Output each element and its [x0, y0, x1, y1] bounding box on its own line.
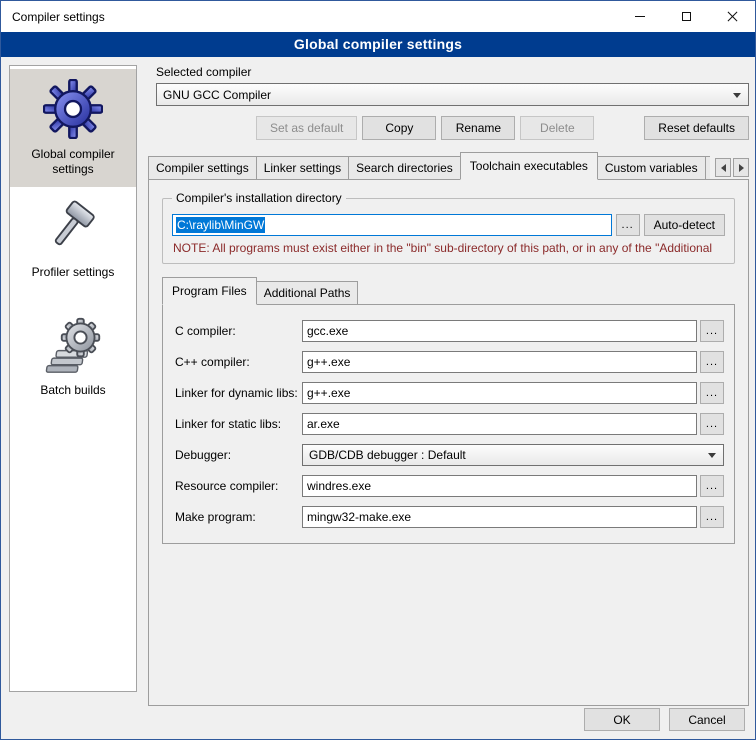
rename-button[interactable]: Rename	[441, 116, 515, 140]
window-title: Compiler settings	[1, 1, 617, 32]
triangle-right-icon	[739, 164, 744, 172]
triangle-left-icon	[721, 164, 726, 172]
main-panel: Selected compiler GNU GCC Compiler Set a…	[148, 63, 749, 706]
gray-gear-icon	[42, 314, 104, 376]
cancel-button[interactable]: Cancel	[669, 708, 745, 731]
make-program-browse-button[interactable]: ...	[700, 506, 724, 528]
minimize-button[interactable]	[617, 1, 663, 32]
resource-compiler-input[interactable]	[302, 475, 697, 497]
make-program-input[interactable]	[302, 506, 697, 528]
resource-compiler-label: Resource compiler:	[175, 479, 302, 493]
cpp-compiler-label: C++ compiler:	[175, 355, 302, 369]
subtab-program-files[interactable]: Program Files	[162, 277, 257, 305]
hammer-icon	[42, 196, 104, 258]
row-linker-for-dynamic-libs: Linker for dynamic libs:...	[175, 382, 724, 404]
tab-compiler-settings[interactable]: Compiler settings	[148, 156, 257, 180]
main-tabs: Compiler settingsLinker settingsSearch d…	[148, 152, 710, 180]
installation-directory-value: C:\raylib\MinGW	[176, 217, 265, 233]
c-compiler-label: C compiler:	[175, 324, 302, 338]
tab-scroll-left-button[interactable]	[715, 158, 731, 177]
toolchain-executables-panel: Compiler's installation directory C:\ray…	[148, 179, 749, 706]
linker-for-dynamic-libs-label: Linker for dynamic libs:	[175, 386, 302, 400]
installation-directory-browse-button[interactable]: ...	[616, 214, 640, 236]
sidebar-item-global-compiler-settings[interactable]: Global compiler settings	[10, 69, 136, 187]
footer: OK Cancel	[584, 708, 745, 731]
sidebar-item-label: Global compiler settings	[12, 147, 134, 177]
installation-directory-group: Compiler's installation directory C:\ray…	[162, 198, 735, 264]
selected-compiler-label: Selected compiler	[156, 65, 749, 79]
resource-compiler-browse-button[interactable]: ...	[700, 475, 724, 497]
close-button[interactable]	[709, 1, 755, 32]
copy-button[interactable]: Copy	[362, 116, 436, 140]
row-make-program: Make program:...	[175, 506, 724, 528]
reset-defaults-button[interactable]: Reset defaults	[644, 116, 749, 140]
linker-for-static-libs-label: Linker for static libs:	[175, 417, 302, 431]
compiler-settings-window: Compiler settings Global compiler settin…	[0, 0, 756, 740]
row-debugger: Debugger: GDB/CDB debugger : Default	[175, 444, 724, 466]
make-program-label: Make program:	[175, 510, 302, 524]
selected-compiler-value: GNU GCC Compiler	[163, 88, 271, 102]
close-icon	[727, 11, 738, 22]
subtab-additional-paths[interactable]: Additional Paths	[256, 281, 359, 305]
compiler-actions: Set as defaultCopyRenameDelete Reset defa…	[148, 116, 749, 140]
auto-detect-button[interactable]: Auto-detect	[644, 214, 725, 236]
sidebar-item-batch-builds[interactable]: Batch builds	[10, 305, 136, 423]
maximize-icon	[682, 12, 691, 21]
cpp-compiler-input[interactable]	[302, 351, 697, 373]
tab-custom-variables[interactable]: Custom variables	[597, 156, 706, 180]
row-c-compiler: C compiler:...	[175, 320, 724, 342]
program-files-panel: C compiler:...C++ compiler:...Linker for…	[162, 304, 735, 544]
installation-note: NOTE: All programs must exist either in …	[173, 241, 725, 255]
selected-compiler-dropdown[interactable]: GNU GCC Compiler	[156, 83, 749, 106]
blue-gear-icon	[42, 78, 104, 140]
row-cpp-compiler: C++ compiler:...	[175, 351, 724, 373]
sidebar-item-label: Batch builds	[40, 383, 105, 398]
tabs-row: Compiler settingsLinker settingsSearch d…	[148, 152, 749, 180]
subtabs-row: Program FilesAdditional Paths	[162, 277, 735, 305]
linker-for-dynamic-libs-browse-button[interactable]: ...	[700, 382, 724, 404]
titlebar: Compiler settings	[1, 1, 755, 32]
tab-linker-settings[interactable]: Linker settings	[256, 156, 349, 180]
ok-button[interactable]: OK	[584, 708, 660, 731]
chevron-down-icon	[708, 453, 716, 458]
linker-for-static-libs-input[interactable]	[302, 413, 697, 435]
installation-directory-group-title: Compiler's installation directory	[172, 191, 346, 205]
debugger-dropdown[interactable]: GDB/CDB debugger : Default	[302, 444, 724, 466]
c-compiler-input[interactable]	[302, 320, 697, 342]
tab-scroll-controls	[715, 158, 749, 180]
tab-toolchain-executables[interactable]: Toolchain executables	[460, 152, 598, 180]
cpp-compiler-browse-button[interactable]: ...	[700, 351, 724, 373]
window-controls	[617, 1, 755, 32]
sidebar: Global compiler settings Profiler setting…	[9, 65, 137, 692]
row-resource-compiler: Resource compiler:...	[175, 475, 724, 497]
debugger-label: Debugger:	[175, 448, 302, 462]
sidebar-item-label: Profiler settings	[32, 265, 115, 280]
sidebar-item-profiler-settings[interactable]: Profiler settings	[10, 187, 136, 305]
tab-search-directories[interactable]: Search directories	[348, 156, 461, 180]
tab-builc[interactable]: Builc	[705, 156, 710, 180]
linker-for-static-libs-browse-button[interactable]: ...	[700, 413, 724, 435]
delete-button[interactable]: Delete	[520, 116, 594, 140]
chevron-down-icon	[733, 93, 741, 98]
tab-scroll-right-button[interactable]	[733, 158, 749, 177]
maximize-button[interactable]	[663, 1, 709, 32]
installation-directory-input[interactable]: C:\raylib\MinGW	[172, 214, 612, 236]
c-compiler-browse-button[interactable]: ...	[700, 320, 724, 342]
linker-for-dynamic-libs-input[interactable]	[302, 382, 697, 404]
debugger-value: GDB/CDB debugger : Default	[309, 448, 466, 462]
installation-directory-row: C:\raylib\MinGW ... Auto-detect	[172, 214, 725, 236]
dialog-header: Global compiler settings	[1, 32, 755, 57]
set-as-default-button[interactable]: Set as default	[256, 116, 357, 140]
row-linker-for-static-libs: Linker for static libs:...	[175, 413, 724, 435]
sub-tabs: Program FilesAdditional Paths	[162, 277, 735, 305]
minimize-icon	[635, 16, 645, 17]
